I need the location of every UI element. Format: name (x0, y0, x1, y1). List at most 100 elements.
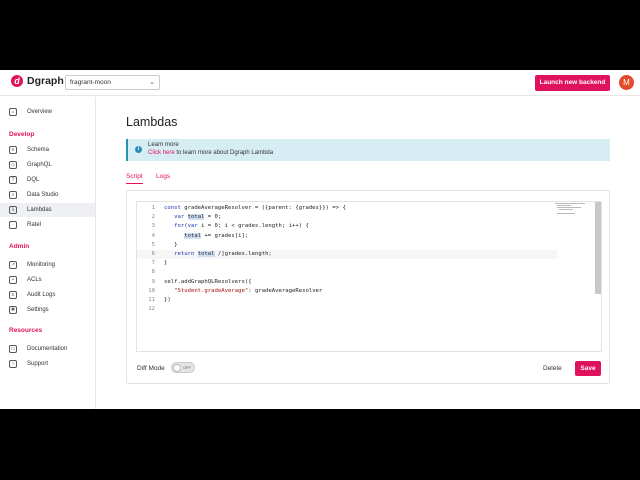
sidebar-item-settings[interactable]: ✱ Settings (0, 303, 95, 317)
sidebar-item-audit-logs[interactable]: ≡ Audit Logs (0, 288, 95, 302)
user-avatar[interactable]: M (619, 75, 634, 90)
code-line[interactable]: 1 const gradeAverageResolver = ({parent: … (137, 204, 557, 213)
ratel-icon: · (9, 221, 17, 229)
gear-icon: ✱ (9, 306, 17, 314)
query-icon: ? (9, 176, 17, 184)
editor-scrollbar[interactable] (595, 202, 601, 294)
sidebar-item-data-studio[interactable]: ⌕ Data Studio (0, 188, 95, 202)
line-code: total += grades[i]; (184, 232, 249, 239)
lambda-icon: λ (9, 206, 17, 214)
sidebar-section-title: Develop (9, 131, 35, 138)
save-button[interactable]: Save (575, 361, 601, 376)
sidebar-section-title: Resources (9, 327, 43, 334)
lock-icon: • (9, 276, 17, 284)
sidebar-section-title: Admin (9, 243, 30, 250)
diff-mode-toggle[interactable]: OFF (171, 362, 195, 373)
tab-logs[interactable]: Logs (156, 173, 170, 180)
sidebar-item-label: ACLs (27, 277, 42, 283)
line-code: } (164, 241, 178, 248)
line-number: 7 (151, 260, 155, 267)
code-line[interactable]: 12 (137, 305, 557, 314)
sidebar-item-documentation[interactable]: ▭ Documentation (0, 342, 95, 356)
app-window: d Dgraph fragrant-moon ⌄ Launch new back… (0, 70, 640, 409)
line-code: for(var i = 0; i < grades.length; i++) { (174, 223, 309, 230)
line-code: var total = 0; (174, 214, 222, 221)
logo-text: Dgraph (27, 75, 64, 87)
line-code: return total /]grades.length; (174, 251, 272, 257)
sidebar-item-label: Support (27, 361, 49, 367)
code-line[interactable]: 9 self.addGraphQLResolvers({ (137, 278, 557, 287)
line-number: 9 (151, 278, 155, 285)
info-title: Learn more (148, 142, 179, 148)
chart-icon: ↗ (9, 261, 17, 269)
line-number: 12 (148, 306, 155, 313)
sidebar-item-support[interactable]: ○ Support (0, 357, 95, 371)
line-code: const gradeAverageResolver = ({parent: {… (164, 205, 346, 211)
sidebar-item-label: Lambdas (27, 207, 52, 213)
database-icon: ≡ (9, 146, 17, 154)
code-line[interactable]: 7} (137, 259, 557, 268)
sidebar-item-acls[interactable]: • ACLs (0, 273, 95, 287)
sidebar-item-label: Monitoring (27, 262, 56, 268)
code-line[interactable]: 6 return total /]grades.length; (137, 250, 557, 259)
line-number: 2 (151, 214, 155, 221)
sidebar-item-monitoring[interactable]: ↗ Monitoring (0, 258, 95, 272)
sidebar-item-label: Schema (27, 147, 50, 153)
backend-select[interactable]: fragrant-moon ⌄ (65, 75, 160, 90)
editor-minimap[interactable] (555, 202, 595, 222)
line-number: 5 (151, 241, 155, 248)
code-line[interactable]: 5 } (137, 241, 557, 250)
line-number: 3 (151, 223, 155, 230)
delete-button[interactable]: Delete (543, 365, 562, 372)
search-icon: ⌕ (9, 191, 17, 199)
dgraph-logo-icon: d (11, 75, 23, 87)
chevron-down-icon: ⌄ (149, 79, 155, 86)
line-number: 4 (151, 232, 155, 239)
lambda-panel: 1 const gradeAverageResolver = ({parent: … (126, 190, 610, 384)
sidebar-item-label: DQL (27, 177, 40, 183)
line-number: 1 (151, 205, 155, 211)
line-code: self.addGraphQLResolvers({ (164, 278, 252, 285)
sidebar-item-label: Settings (27, 307, 49, 313)
book-icon: ▭ (9, 345, 17, 353)
sidebar-item-graphql[interactable]: ◇ GraphQL (0, 158, 95, 172)
line-code: }) (164, 297, 171, 303)
sidebar-item-lambdas[interactable]: λ Lambdas (0, 203, 95, 217)
launch-new-backend-button[interactable]: Launch new backend (535, 75, 610, 91)
code-line[interactable]: 4 total += grades[i]; (137, 232, 557, 241)
info-description: to learn more about Dgraph Lambda (174, 150, 274, 156)
sidebar-item-schema[interactable]: ≡ Schema (0, 143, 95, 157)
line-code: "Student.gradeAverage": gradeAverageReso… (174, 287, 323, 294)
code-line[interactable]: 3 for(var i = 0; i < grades.length; i++)… (137, 222, 557, 231)
diff-mode-label: Diff Mode (137, 365, 165, 372)
sidebar-item-label: Data Studio (27, 192, 59, 198)
sidebar-item-ratel[interactable]: · Ratel (0, 218, 95, 232)
dgraph-logo[interactable]: d Dgraph (11, 75, 64, 87)
code-line[interactable]: 2 var total = 0; (137, 213, 557, 222)
sidebar-item-label: GraphQL (27, 162, 52, 168)
page-title: Lambdas (126, 115, 178, 129)
backend-name: fragrant-moon (70, 79, 111, 86)
sidebar-item-label: Documentation (27, 346, 68, 352)
logs-icon: ≡ (9, 291, 17, 299)
sidebar-item-label: Ratel (27, 222, 42, 228)
learn-more-link[interactable]: Click here (148, 150, 175, 156)
line-number: 6 (151, 251, 155, 257)
info-icon: i (135, 146, 142, 153)
sidebar-item-dql[interactable]: ? DQL (0, 173, 95, 187)
code-line[interactable]: 8 (137, 268, 557, 277)
info-text: Click here to learn more about Dgraph La… (148, 150, 273, 156)
line-number: 10 (148, 287, 155, 294)
code-editor[interactable]: 1 const gradeAverageResolver = ({parent: … (136, 201, 602, 352)
sidebar-item-overview[interactable]: ⌂ Overview (0, 105, 95, 119)
line-number: 11 (148, 297, 155, 303)
tab-script[interactable]: Script (126, 173, 143, 184)
top-header: d Dgraph fragrant-moon ⌄ Launch new back… (0, 70, 640, 96)
support-icon: ○ (9, 360, 17, 368)
sidebar-item-label: Overview (27, 109, 53, 115)
sidebar: ⌂ Overview Develop ≡ Schema ◇ GraphQL? DQL ⌕ Data… (0, 97, 96, 409)
code-line[interactable]: 11}) (137, 296, 557, 305)
toggle-knob (173, 364, 181, 372)
sidebar-item-label: Audit Logs (27, 292, 56, 298)
code-line[interactable]: 10 "Student.gradeAverage": gradeAverageR… (137, 287, 557, 296)
